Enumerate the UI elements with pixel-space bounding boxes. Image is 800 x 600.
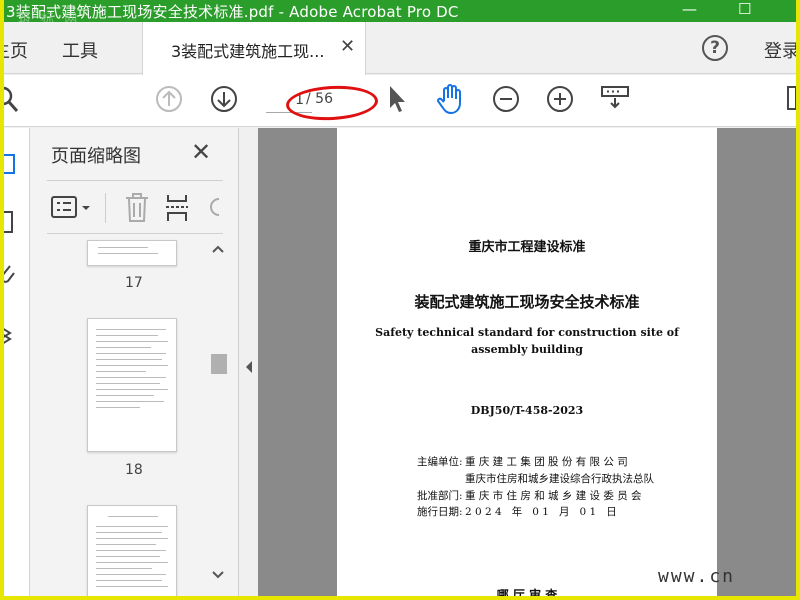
thumbnail-options-icon[interactable] [51,195,95,221]
page-thumbnail[interactable] [87,240,177,266]
doc-approver-label: 批准部门: [417,490,463,502]
menu-bar: 主页 工具 3装配式建筑施工现... ✕ ? 登录 [4,22,796,75]
tool-divider [105,193,106,223]
doc-header: 重庆市工程建设标准 [468,240,586,255]
page-thumbnails-icon[interactable] [4,152,18,176]
doc-date-label: 施行日期: [417,506,463,518]
menu-tools[interactable]: 工具 [62,37,98,63]
thumbnail-page-number: 17 [125,275,143,291]
thumbnail-page-number: 18 [125,462,143,478]
title-bar: 3装配式建筑施工现场安全技术标准.pdf - Adobe Acrobat Pro… [4,0,796,27]
maximize-button[interactable]: ☐ [738,0,751,18]
doc-approver: 重 庆 市 住 房 和 城 乡 建 设 委 员 会 [465,490,642,502]
panel-close-button[interactable]: ✕ [191,138,211,166]
help-icon[interactable]: ? [702,35,728,61]
document-tab[interactable]: 3装配式建筑施工现... ✕ [142,22,366,75]
doc-title: 装配式建筑施工现场安全技术标准 [414,293,640,311]
doc-editor-2: 重庆市住房和城乡建设综合行政执法总队 [465,473,654,485]
doc-date: 2 0 2 4 年 0 1 月 0 1 日 [465,506,617,518]
scroll-up-icon[interactable] [211,244,225,254]
doc-english-title-2: assembly building [471,343,583,356]
doc-code: DBJ50/T-458-2023 [470,404,584,417]
page-up-icon[interactable] [155,85,183,113]
delete-page-icon[interactable] [123,193,151,223]
login-button[interactable]: 登录 [764,37,796,63]
rotate-page-icon[interactable] [207,195,223,221]
doc-editor-1: 重 庆 建 工 集 团 股 份 有 限 公 司 [465,456,628,468]
page-thumbnails-panel: 页面缩略图 ✕ 17 18 [31,128,239,596]
doc-editor-label: 主编单位: [417,456,463,468]
document-view[interactable]: 重庆市工程建设标准 装配式建筑施工现场安全技术标准 Safety technic… [258,128,796,596]
attachments-icon[interactable] [4,262,18,286]
extract-page-icon[interactable] [165,193,191,223]
doc-english-title-1: Safety technical standard for constructi… [375,326,679,339]
layers-icon[interactable] [4,324,18,348]
marquee-zoom-icon[interactable] [600,84,630,114]
pdf-page: 重庆市工程建设标准 装配式建筑施工现场安全技术标准 Safety technic… [337,128,717,596]
zoom-in-icon[interactable] [546,85,574,113]
collapse-panel-icon[interactable] [244,360,254,374]
scrollbar-thumb[interactable] [211,354,227,374]
page-down-icon[interactable] [210,85,238,113]
navigation-rail [4,128,30,596]
select-arrow-icon[interactable] [386,84,408,114]
toolbar: 1 / 56 [4,75,796,127]
scroll-down-icon[interactable] [211,570,225,580]
search-icon[interactable] [4,85,20,115]
acrobat-window: 3装配式建筑施工现场安全技术标准.pdf - Adobe Acrobat Pro… [4,0,796,596]
thumbnail-tools [47,180,223,234]
doc-footer: 哪 厅 审 查 [496,588,558,596]
zoom-out-icon[interactable] [492,85,520,113]
minimize-button[interactable]: — [682,0,697,18]
page-thumbnail[interactable] [87,505,177,596]
site-watermark: www.cn [658,566,736,587]
page-thumbnail[interactable] [87,318,177,452]
hand-tool-icon[interactable] [436,83,466,115]
panel-title: 页面缩略图 [51,146,141,167]
bookmarks-icon[interactable] [4,210,18,234]
edit-pdf-icon[interactable] [786,83,796,113]
panel-collapse-strip[interactable] [240,128,260,596]
thumbnail-scrollbar[interactable] [207,240,229,596]
menu-home[interactable]: 主页 [4,37,28,63]
tab-label: 3装配式建筑施工现... [171,42,325,61]
tab-close-button[interactable]: ✕ [340,36,355,57]
